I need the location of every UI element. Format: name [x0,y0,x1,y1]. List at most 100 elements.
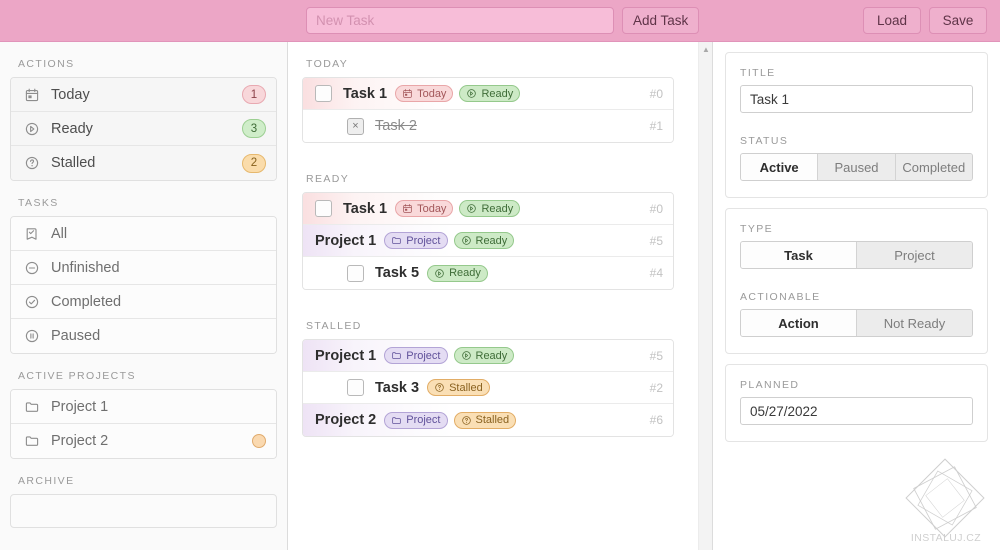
new-task-input[interactable] [306,7,614,34]
status-dot [252,434,266,448]
chip-today: Today [395,85,454,102]
task-chips: Stalled [427,379,490,396]
play-circle-icon [466,203,477,214]
task-checkbox[interactable] [347,379,364,396]
task-title: Task 2 [375,118,417,134]
task-row[interactable]: Task 1 Today Ready #0 [303,193,673,225]
task-row[interactable]: Project 2 Project Stalled #6 [303,404,673,436]
task-id: #1 [649,119,663,133]
task-title: Task 1 [343,85,388,102]
sidebar-group-actions: Today 1 Ready 3 Stalled 2 [10,77,277,181]
chip-label: Project [406,349,441,362]
list-heading-ready: READY [306,173,350,185]
task-group-today: Task 1 Today Ready #0 × Task 2 #1 [302,77,674,143]
chip-project: Project [384,232,448,249]
chip-stalled: Stalled [427,379,490,396]
sidebar-item-label: Ready [51,120,93,137]
chip-ready: Ready [453,347,515,364]
task-title: Task 5 [375,265,420,281]
list-gap [302,290,698,304]
task-checkbox[interactable] [315,85,332,102]
sidebar-item-stalled[interactable]: Stalled 2 [11,146,276,180]
save-button[interactable]: Save [929,7,987,34]
sidebar-item-all[interactable]: All [11,217,276,251]
chip-label: Ready [449,267,481,279]
actionable-label: ACTIONABLE [740,291,821,303]
sidebar-heading-tasks: TASKS [18,197,59,209]
sidebar-item-unfinished[interactable]: Unfinished [11,251,276,285]
sidebar-group-archive[interactable] [10,494,277,528]
load-button[interactable]: Load [863,7,921,34]
actionable-option-not-ready[interactable]: Not Ready [857,310,972,336]
detail-panel-main: TITLE STATUS ActivePausedCompleted [725,52,988,198]
chip-ready: Ready [453,232,515,249]
task-row[interactable]: Task 5 Ready #4 [303,257,673,289]
sidebar-item-ready[interactable]: Ready 3 [11,112,276,146]
actionable-option-action[interactable]: Action [741,310,857,336]
title-input[interactable] [740,85,973,113]
type-option-task[interactable]: Task [741,242,857,268]
task-title: Task 3 [375,379,420,396]
task-list-scrollbar[interactable]: ▲ [698,42,712,550]
sidebar-item-today[interactable]: Today 1 [11,78,276,112]
minus-circle-icon [23,259,40,276]
status-option-active[interactable]: Active [741,154,819,180]
detail-panel-type: TYPE Task Project ACTIONABLE Action Not Re… [725,208,988,354]
status-label: STATUS [740,135,789,147]
task-chips: Today Ready [395,200,521,217]
planned-date-input[interactable] [740,397,973,425]
task-id: #6 [649,413,663,427]
task-checkbox-checked[interactable]: × [347,117,364,135]
sidebar-item-label: Project 2 [51,433,109,449]
type-segmented-control[interactable]: Task Project [740,241,973,269]
task-list: TODAY Task 1 Today Ready #0 × Task 2 #1 READY Tas… [302,42,698,451]
task-checkbox[interactable] [315,200,332,217]
status-option-paused[interactable]: Paused [818,154,896,180]
task-row[interactable]: Project 1 Project Ready #5 [303,340,673,372]
chip-label: Project [406,414,441,426]
title-label: TITLE [740,67,776,79]
status-segmented-control[interactable]: Active Paused Completed [740,153,973,181]
question-circle-icon [23,155,40,172]
task-row[interactable]: Project 1 Project Ready #5 [303,225,673,257]
chip-label: Project [406,234,441,247]
folder-icon [23,398,40,415]
question-circle-icon [461,415,472,426]
type-option-project[interactable]: Project [857,242,972,268]
task-chips: Ready [427,264,488,282]
actionable-segmented-control[interactable]: Action Not Ready [740,309,973,337]
sidebar-item-label: Project 1 [51,398,109,415]
status-option-completed[interactable]: Completed [895,154,972,180]
sidebar-heading-actions: ACTIONS [18,58,75,70]
chip-label: Ready [481,202,514,215]
task-checkbox[interactable] [347,264,364,282]
sidebar-item-project-2[interactable]: Project 2 [11,424,276,458]
task-id: #4 [649,266,663,280]
sidebar-heading-active-projects: ACTIVE PROJECTS [18,370,136,382]
check-circle-icon [23,293,40,310]
sidebar-item-paused[interactable]: Paused [11,319,276,353]
sidebar: ACTIONS Today 1 Ready 3 Stalled 2 TASKS All Unfin… [0,42,288,550]
sidebar-item-label: Completed [51,293,122,310]
chip-today: Today [395,200,454,217]
play-circle-icon [23,120,40,137]
sidebar-item-completed[interactable]: Completed [11,285,276,319]
task-id: #5 [649,233,663,248]
scroll-up-arrow-icon[interactable]: ▲ [699,42,712,56]
task-title: Project 1 [315,347,377,364]
sidebar-group-active-projects: Project 1 Project 2 [10,389,277,459]
chip-label: Stalled [475,414,510,426]
task-row[interactable]: Task 1 Today Ready #0 [303,78,673,110]
task-chips: Project Ready [384,347,515,364]
list-heading-today: TODAY [306,58,349,70]
chip-label: Ready [481,87,514,100]
task-row[interactable]: × Task 2 #1 [303,110,673,142]
calendar-icon [402,88,413,99]
sidebar-item-label: Paused [51,328,101,344]
task-row[interactable]: Task 3 Stalled #2 [303,372,673,404]
sidebar-item-project-1[interactable]: Project 1 [11,390,276,424]
play-circle-icon [461,235,472,246]
task-id: #0 [649,201,663,216]
play-circle-icon [434,268,445,279]
add-task-button[interactable]: Add Task [622,7,700,34]
